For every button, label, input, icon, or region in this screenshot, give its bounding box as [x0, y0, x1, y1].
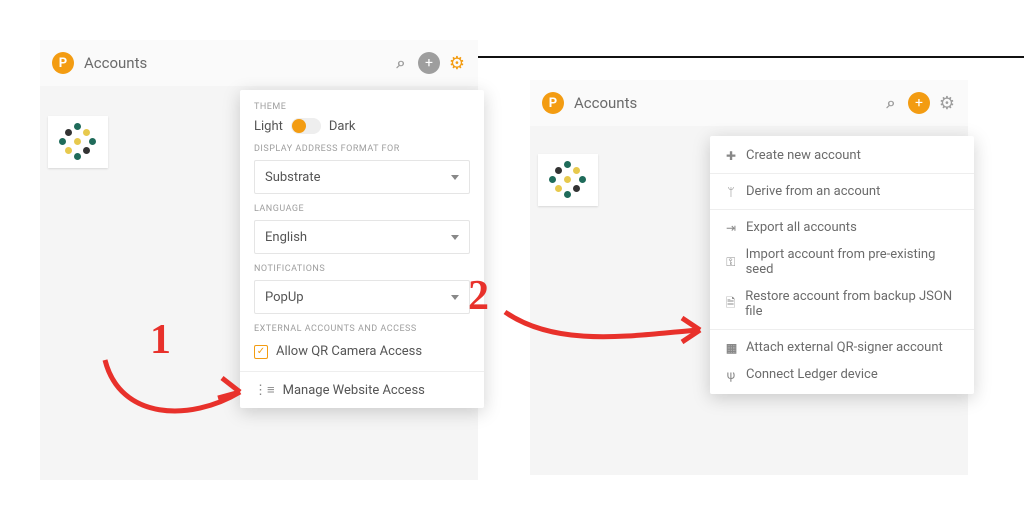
- usb-icon: ψ: [724, 368, 738, 382]
- identicon-icon: [59, 123, 97, 161]
- allow-qr-camera-checkbox[interactable]: ✓ Allow QR Camera Access: [254, 344, 470, 359]
- search-icon[interactable]: ⌕: [390, 52, 412, 74]
- account-tile[interactable]: [538, 154, 598, 206]
- manage-website-access-label: Manage Website Access: [283, 383, 425, 398]
- key-icon: ⚿: [724, 255, 738, 270]
- menu-derive-account[interactable]: ᛘ Derive from an account: [710, 178, 974, 205]
- language-select[interactable]: English: [254, 220, 470, 254]
- menu-restore-json[interactable]: 🗎 Restore account from backup JSON file: [710, 283, 974, 325]
- menu-label: Attach external QR-signer account: [746, 340, 943, 355]
- external-access-label: EXTERNAL ACCOUNTS AND ACCESS: [254, 324, 470, 334]
- header: P Accounts ⌕ + ⚙: [40, 40, 478, 86]
- address-format-value: Substrate: [265, 170, 321, 185]
- menu-connect-ledger[interactable]: ψ Connect Ledger device: [710, 361, 974, 388]
- qr-icon: ▦: [724, 341, 738, 355]
- menu-label: Export all accounts: [746, 220, 857, 235]
- theme-label: THEME: [254, 102, 470, 112]
- add-account-icon[interactable]: +: [418, 52, 440, 74]
- chevron-down-icon: [451, 295, 459, 300]
- settings-dropdown: THEME Light Dark DISPLAY ADDRESS FORMAT …: [240, 90, 484, 408]
- settings-icon[interactable]: ⚙: [936, 92, 958, 114]
- page-title: Accounts: [84, 54, 147, 72]
- menu-label: Create new account: [746, 148, 861, 163]
- menu-attach-qr-signer[interactable]: ▦ Attach external QR-signer account: [710, 334, 974, 361]
- notifications-label: NOTIFICATIONS: [254, 264, 470, 274]
- address-format-label: DISPLAY ADDRESS FORMAT FOR: [254, 144, 470, 154]
- header: P Accounts ⌕ + ⚙: [530, 80, 968, 126]
- app-logo-icon: P: [542, 92, 564, 114]
- menu-label: Connect Ledger device: [746, 367, 878, 382]
- menu-import-seed[interactable]: ⚿ Import account from pre-existing seed: [710, 241, 974, 283]
- identicon-icon: [549, 161, 587, 199]
- address-format-select[interactable]: Substrate: [254, 160, 470, 194]
- menu-separator: [710, 329, 974, 330]
- export-icon: ⇥: [724, 221, 738, 235]
- menu-export-all[interactable]: ⇥ Export all accounts: [710, 214, 974, 241]
- language-value: English: [265, 230, 307, 245]
- menu-label: Restore account from backup JSON file: [745, 289, 960, 319]
- theme-light-label: Light: [254, 119, 283, 134]
- menu-create-account[interactable]: ✚ Create new account: [710, 142, 974, 169]
- manage-website-access-link[interactable]: ⋮≡ Manage Website Access: [240, 371, 484, 408]
- notifications-select[interactable]: PopUp: [254, 280, 470, 314]
- settings-icon[interactable]: ⚙: [446, 52, 468, 74]
- search-icon[interactable]: ⌕: [880, 92, 902, 114]
- chevron-down-icon: [451, 235, 459, 240]
- notifications-value: PopUp: [265, 290, 304, 305]
- checkbox-checked-icon: ✓: [254, 345, 268, 359]
- page-title: Accounts: [574, 94, 637, 112]
- menu-separator: [710, 173, 974, 174]
- file-icon: 🗎: [724, 294, 737, 315]
- extension-window-step1: P Accounts ⌕ + ⚙ THEME Light Dark DISPLA…: [40, 40, 478, 480]
- theme-toggle[interactable]: [291, 118, 321, 134]
- extension-window-step2: P Accounts ⌕ + ⚙ ✚ Create new account ᛘ: [530, 80, 968, 475]
- app-logo-icon: P: [52, 52, 74, 74]
- add-account-icon[interactable]: +: [908, 92, 930, 114]
- plus-circle-icon: ✚: [724, 149, 738, 163]
- figure-divider: [478, 56, 1024, 58]
- theme-dark-label: Dark: [329, 119, 356, 134]
- account-tile[interactable]: [48, 116, 108, 168]
- menu-label: Import account from pre-existing seed: [746, 247, 960, 277]
- annotation-step-number-1: 1: [150, 316, 171, 364]
- menu-separator: [710, 209, 974, 210]
- add-account-dropdown: ✚ Create new account ᛘ Derive from an ac…: [710, 136, 974, 394]
- annotation-step-number-2: 2: [468, 272, 489, 320]
- allow-qr-camera-label: Allow QR Camera Access: [276, 344, 422, 359]
- list-icon: ⋮≡: [254, 382, 275, 398]
- menu-label: Derive from an account: [746, 184, 880, 199]
- language-label: LANGUAGE: [254, 204, 470, 214]
- branch-icon: ᛘ: [724, 185, 738, 199]
- chevron-down-icon: [451, 175, 459, 180]
